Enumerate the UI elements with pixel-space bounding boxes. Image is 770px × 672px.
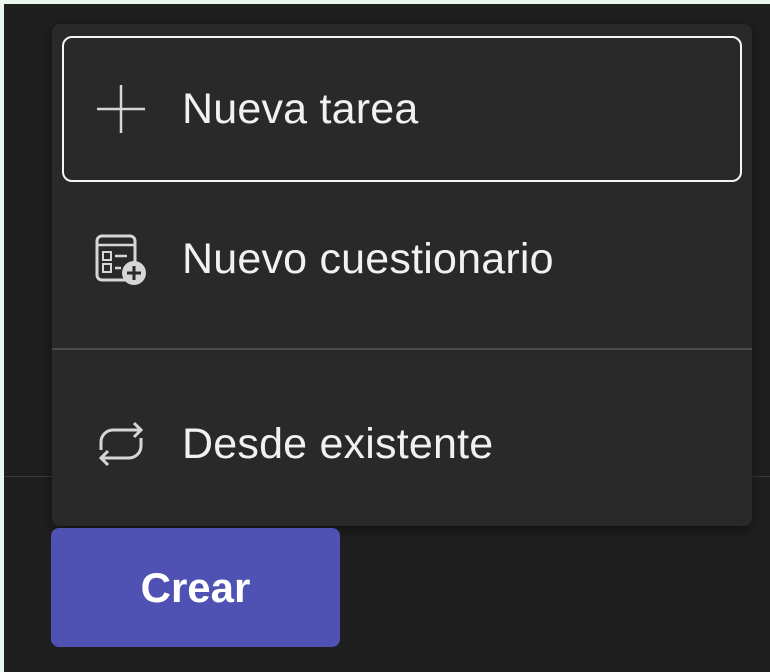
- menu-item-label: Desde existente: [182, 419, 494, 468]
- menu-item-new-quiz[interactable]: Nuevo cuestionario: [52, 187, 752, 332]
- menu-item-new-assignment[interactable]: Nueva tarea: [62, 36, 742, 182]
- menu-item-from-existing[interactable]: Desde existente: [52, 369, 752, 519]
- reuse-arrows-icon: [90, 413, 152, 475]
- menu-separator: [52, 348, 752, 350]
- add-icon: [90, 78, 152, 140]
- menu-item-label: Nueva tarea: [182, 84, 419, 133]
- menu-item-label: Nuevo cuestionario: [182, 235, 554, 283]
- create-dropdown-menu: Nueva tarea Nuevo cuestionario Desde exi…: [52, 24, 752, 526]
- create-button[interactable]: Crear: [51, 528, 340, 647]
- quiz-add-icon: [90, 229, 152, 291]
